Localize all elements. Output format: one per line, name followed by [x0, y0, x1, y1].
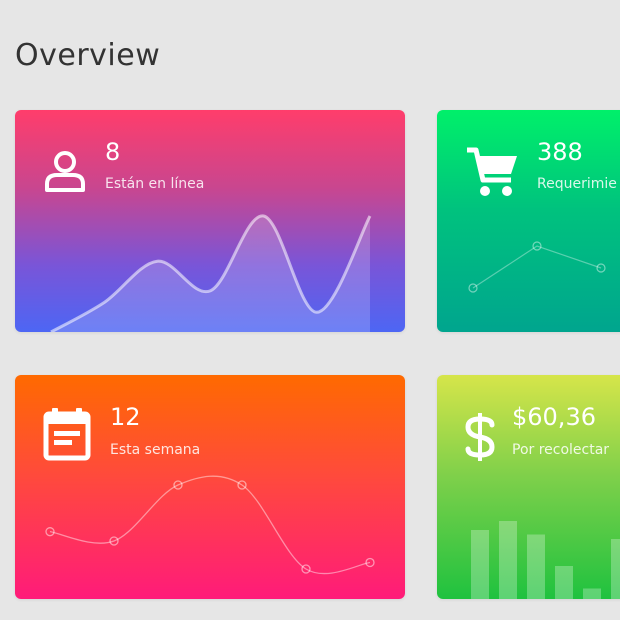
online-users-value: 8: [105, 138, 121, 166]
orders-label: Requerimie: [537, 176, 617, 192]
orders-card[interactable]: 388 Requerimie: [437, 110, 620, 332]
dollar-icon: [463, 411, 497, 467]
overview-page: Overview 8 Están en línea 388 Requerimie: [0, 0, 620, 620]
week-line: [49, 475, 371, 575]
orders-line: [472, 245, 602, 289]
money-bar-2: [527, 534, 545, 599]
user-icon: [43, 150, 87, 198]
money-bar-1: [499, 521, 517, 599]
users-area: [51, 215, 370, 332]
online-users-label: Están en línea: [105, 176, 205, 192]
page-title: Overview: [15, 38, 161, 73]
to-collect-value: $60,36: [512, 403, 596, 431]
online-users-card[interactable]: 8 Están en línea: [15, 110, 405, 332]
this-week-label: Esta semana: [110, 442, 201, 458]
orders-chart: [468, 241, 606, 293]
shopping-cart-icon: [465, 146, 519, 204]
to-collect-card[interactable]: $60,36 Por recolectar: [437, 375, 620, 599]
money-bar-3: [555, 566, 573, 599]
this-week-value: 12: [110, 403, 141, 431]
online-users-chart: [50, 214, 372, 332]
to-collect-label: Por recolectar: [512, 442, 610, 458]
orders-value: 388: [537, 138, 583, 166]
this-week-card[interactable]: 12 Esta semana: [15, 375, 405, 599]
money-bar-4: [583, 588, 601, 599]
money-bar-0: [471, 530, 489, 599]
calendar-icon: [43, 407, 91, 465]
money-bar-5: [611, 539, 620, 599]
